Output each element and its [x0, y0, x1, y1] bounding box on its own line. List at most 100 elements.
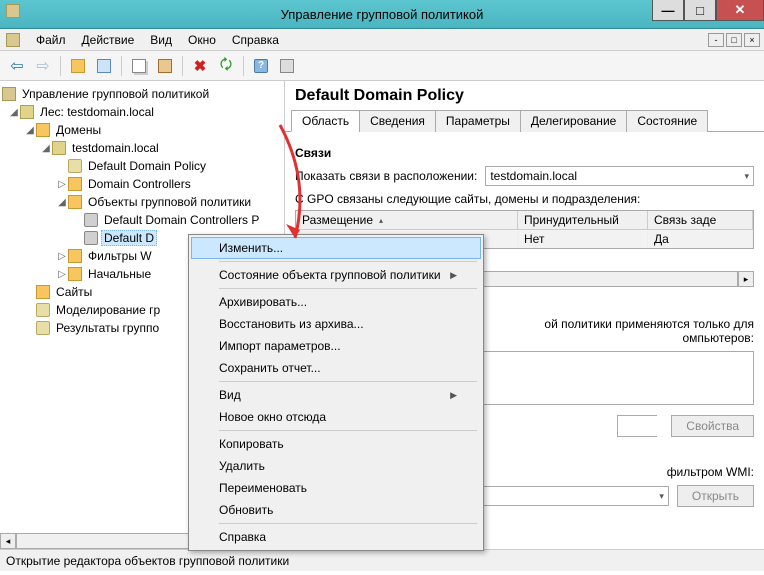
refresh-button[interactable]: 🗘: [215, 55, 237, 77]
row-link: Да: [648, 230, 753, 248]
ctx-restore[interactable]: Восстановить из архива...: [191, 313, 481, 335]
maximize-button[interactable]: □: [684, 0, 716, 21]
details-icon: [97, 59, 111, 73]
modeling-icon: [36, 303, 50, 317]
properties-button[interactable]: Свойства: [671, 415, 754, 437]
folder-icon: [68, 267, 82, 281]
ctx-edit[interactable]: Изменить...: [191, 237, 481, 259]
expand-icon[interactable]: ◢: [40, 143, 52, 154]
nav-back-button[interactable]: ⇦: [6, 55, 28, 77]
mdi-minimize-button[interactable]: -: [708, 33, 724, 47]
tree-domains[interactable]: ◢Домены: [0, 121, 284, 139]
submenu-arrow-icon: ▶: [450, 390, 457, 401]
expand-icon[interactable]: ▷: [56, 179, 68, 190]
sec-filter-text2: омпьютеров:: [682, 331, 754, 345]
show-links-label: Показать связи в расположении:: [295, 169, 477, 183]
ctx-archive[interactable]: Архивировать...: [191, 291, 481, 313]
tab-delegation[interactable]: Делегирование: [520, 110, 627, 132]
tab-state[interactable]: Состояние: [626, 110, 708, 132]
close-button[interactable]: ✕: [716, 0, 764, 21]
folder-icon: [68, 249, 82, 263]
gpmc-icon: [2, 87, 16, 101]
tab-settings[interactable]: Параметры: [435, 110, 521, 132]
tree-forest[interactable]: ◢Лес: testdomain.local: [0, 103, 284, 121]
col-link-enabled[interactable]: Связь заде: [648, 211, 753, 229]
ctx-refresh[interactable]: Обновить: [191, 499, 481, 521]
paste-button[interactable]: [154, 55, 176, 77]
delete-icon: ✖: [194, 57, 207, 75]
scroll-right-button[interactable]: ▸: [738, 271, 754, 287]
wmi-label: фильтром WMI:: [667, 465, 754, 479]
menu-view[interactable]: Вид: [142, 30, 180, 50]
open-button[interactable]: Открыть: [677, 485, 754, 507]
chevron-down-icon: ▾: [659, 491, 664, 502]
ctx-rename[interactable]: Переименовать: [191, 477, 481, 499]
ctx-gpo-state[interactable]: Состояние объекта групповой политики▶: [191, 264, 481, 286]
links-section-title: Связи: [295, 146, 754, 160]
window-controls: — □ ✕: [652, 0, 764, 21]
nav-forward-button[interactable]: ⇨: [32, 55, 54, 77]
folder-open-icon: [71, 59, 85, 73]
scroll-left-button[interactable]: ◂: [0, 533, 16, 549]
gpo-icon: [84, 231, 98, 245]
folder-icon: [36, 123, 50, 137]
menu-action[interactable]: Действие: [74, 30, 143, 50]
window-title: Управление групповой политикой: [281, 7, 484, 22]
sec-filter-text1: ой политики применяются только для: [544, 317, 754, 331]
details-button[interactable]: [93, 55, 115, 77]
statusbar: Открытие редактора объектов групповой по…: [0, 549, 764, 571]
open-button[interactable]: [67, 55, 89, 77]
options-icon: [280, 59, 294, 73]
delete-button[interactable]: ✖: [189, 55, 211, 77]
ctx-help[interactable]: Справка: [191, 526, 481, 548]
col-location[interactable]: Размещение▴: [296, 211, 518, 229]
row-enforced: Нет: [518, 230, 648, 248]
expand-icon[interactable]: ◢: [24, 125, 36, 136]
copy-button[interactable]: [128, 55, 150, 77]
help-icon: ?: [254, 59, 268, 73]
ctx-new-window[interactable]: Новое окно отсюда: [191, 406, 481, 428]
ctx-copy[interactable]: Копировать: [191, 433, 481, 455]
status-text: Открытие редактора объектов групповой по…: [6, 554, 289, 568]
location-value: testdomain.local: [490, 169, 577, 183]
arrow-left-icon: ⇦: [10, 56, 23, 76]
menu-file[interactable]: Файл: [28, 30, 74, 50]
tree-ddp[interactable]: Default Domain Policy: [0, 157, 284, 175]
results-icon: [36, 321, 50, 335]
context-menu: Изменить... Состояние объекта групповой …: [188, 234, 484, 551]
tree-dc[interactable]: ▷Domain Controllers: [0, 175, 284, 193]
menu-help[interactable]: Справка: [224, 30, 287, 50]
expand-icon[interactable]: ▷: [56, 251, 68, 262]
tab-scope[interactable]: Область: [291, 110, 360, 132]
minimize-button[interactable]: —: [652, 0, 684, 21]
app-icon: [6, 4, 20, 18]
tree-domain[interactable]: ◢testdomain.local: [0, 139, 284, 157]
gpo-icon: [84, 213, 98, 227]
menu-window[interactable]: Окно: [180, 30, 224, 50]
menubar: Файл Действие Вид Окно Справка - □ ×: [0, 29, 764, 51]
expand-icon[interactable]: ◢: [56, 197, 68, 208]
ctx-view[interactable]: Вид▶: [191, 384, 481, 406]
expand-icon[interactable]: ▷: [56, 269, 68, 280]
col-enforced[interactable]: Принудительный: [518, 211, 648, 229]
domain-icon: [52, 141, 66, 155]
tab-details[interactable]: Сведения: [359, 110, 436, 132]
tree-gpo-objects[interactable]: ◢Объекты групповой политики: [0, 193, 284, 211]
copy-icon: [132, 59, 146, 73]
location-combo[interactable]: testdomain.local ▾: [485, 166, 754, 186]
paste-icon: [158, 59, 172, 73]
forest-icon: [20, 105, 34, 119]
tree-ddcp[interactable]: Default Domain Controllers P: [0, 211, 284, 229]
options-button[interactable]: [276, 55, 298, 77]
expand-icon[interactable]: ◢: [8, 107, 20, 118]
mdi-restore-button[interactable]: □: [726, 33, 742, 47]
toolbar: ⇦ ⇨ ✖ 🗘 ?: [0, 51, 764, 81]
ctx-save-report[interactable]: Сохранить отчет...: [191, 357, 481, 379]
tree-root[interactable]: Управление групповой политикой: [0, 85, 284, 103]
ctx-delete[interactable]: Удалить: [191, 455, 481, 477]
help-button[interactable]: ?: [250, 55, 272, 77]
ctx-import[interactable]: Импорт параметров...: [191, 335, 481, 357]
linked-text: С GPO связаны следующие сайты, домены и …: [295, 192, 754, 206]
menubar-icon: [6, 33, 20, 47]
mdi-close-button[interactable]: ×: [744, 33, 760, 47]
